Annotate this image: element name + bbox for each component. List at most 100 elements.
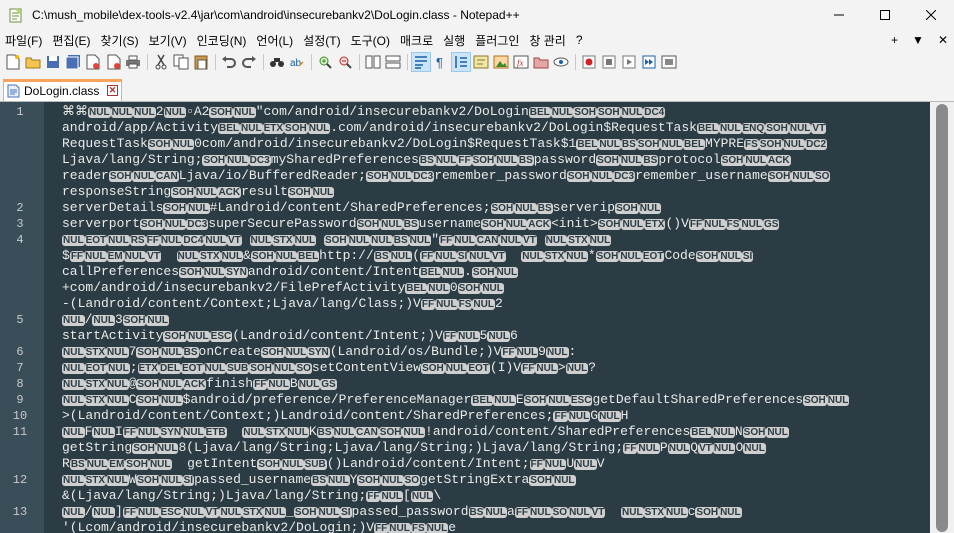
editor-line: serverDetailsSOH NUL#Landroid/content/Sha… bbox=[62, 200, 662, 215]
play-macro-icon[interactable] bbox=[620, 53, 638, 71]
editor-line: android/app/ActivityBEL NUL ETX SOH NUL.com/… bbox=[62, 120, 827, 135]
editor-line: serverportSOH NUL DC3superSecurePasswordSO… bbox=[62, 216, 780, 231]
undo-icon[interactable] bbox=[220, 53, 238, 71]
new-icon[interactable] bbox=[4, 53, 22, 71]
svg-text:ab: ab bbox=[290, 58, 302, 69]
monitor-icon[interactable] bbox=[552, 53, 570, 71]
udl-icon[interactable] bbox=[472, 53, 490, 71]
toolbar-separator bbox=[404, 53, 410, 71]
menu-plugins[interactable]: 플러그인 bbox=[470, 32, 524, 49]
menu-run[interactable]: 실행 bbox=[438, 32, 470, 49]
print-icon[interactable] bbox=[124, 53, 142, 71]
line-number: 9 bbox=[16, 393, 24, 407]
line-number: 13 bbox=[12, 505, 28, 519]
function-list-icon[interactable]: fx bbox=[512, 53, 530, 71]
minimize-icon bbox=[834, 14, 844, 16]
menu-language[interactable]: 언어(L) bbox=[251, 32, 298, 49]
scroll-thumb[interactable] bbox=[936, 104, 948, 532]
save-icon[interactable] bbox=[44, 53, 62, 71]
menu-edit[interactable]: 편집(E) bbox=[47, 32, 95, 49]
editor-line: NUL STX NULCSOH NUL$android/preference/Pref… bbox=[62, 392, 850, 407]
editor-line: RBS NUL EM SOH NUL getIntentSOH NUL SUB()Landr… bbox=[62, 456, 605, 471]
menu-window[interactable]: 창 관리 bbox=[524, 32, 570, 49]
cut-icon[interactable] bbox=[152, 53, 170, 71]
close-doc-button[interactable]: ✕ bbox=[938, 33, 948, 47]
toolbar-separator bbox=[308, 53, 314, 71]
close-icon[interactable] bbox=[84, 53, 102, 71]
redo-icon[interactable] bbox=[240, 53, 258, 71]
notepadpp-app-icon bbox=[8, 7, 24, 23]
line-number: 3 bbox=[16, 217, 24, 231]
menu-help[interactable]: ? bbox=[571, 33, 588, 47]
copy-icon[interactable] bbox=[172, 53, 190, 71]
sync-horizontal-icon[interactable] bbox=[384, 53, 402, 71]
tab-bar: DoLogin.class ✕ bbox=[0, 77, 954, 101]
toolbar-separator bbox=[260, 53, 266, 71]
word-wrap-icon[interactable] bbox=[411, 52, 431, 72]
replace-icon[interactable]: ab bbox=[288, 53, 306, 71]
line-number: 6 bbox=[16, 345, 24, 359]
menu-macro[interactable]: 매크로 bbox=[395, 32, 438, 49]
record-macro-icon[interactable] bbox=[580, 53, 598, 71]
editor-line: NULFNULIFF NUL SYN NUL ETB NUL STX NULKBS NUL CA… bbox=[62, 424, 789, 439]
editor-line: startActivitySOH NUL ESC(Landroid/content/… bbox=[62, 328, 518, 343]
editor-line: ⌘⌘NUL NUL NUL2NUL▫A2SOH NUL"com/android/ins… bbox=[62, 104, 666, 119]
toolbar-separator bbox=[212, 53, 218, 71]
tab-close-icon[interactable]: ✕ bbox=[107, 85, 118, 96]
stop-macro-icon[interactable] bbox=[600, 53, 618, 71]
zoom-out-icon[interactable] bbox=[336, 53, 354, 71]
find-icon[interactable] bbox=[268, 53, 286, 71]
menu-tools[interactable]: 도구(O) bbox=[346, 32, 395, 49]
editor-line: NUL EOT NUL;ETX DEL EOT NUL SUB SOH NUL SOsetCont… bbox=[62, 360, 597, 375]
vertical-scrollbar[interactable] bbox=[930, 102, 954, 533]
editor-line: RequestTaskSOH NUL0com/android/insecureba… bbox=[62, 136, 828, 151]
editor-line: $FF NUL EM NUL VT NUL STX NUL&SOH NUL BELhttp://… bbox=[62, 248, 754, 263]
editor-line: +com/android/insecurebankv2/FilePrefActi… bbox=[62, 280, 504, 295]
open-icon[interactable] bbox=[24, 53, 42, 71]
line-number: 10 bbox=[12, 409, 28, 423]
close-window-button[interactable] bbox=[908, 0, 954, 30]
editor-line: NUL STX NULWSOH NUL SIpassed_usernameBS NULYS… bbox=[62, 472, 576, 487]
add-tab-button[interactable]: + bbox=[891, 33, 898, 47]
editor[interactable]: 1 2 3 4 5 6 7 8 9 10 11 12 13 ⌘⌘NUL NUL NUL2NUL▫A2SOH N… bbox=[0, 101, 954, 533]
toolbar-separator bbox=[144, 53, 150, 71]
document-icon bbox=[7, 84, 20, 97]
line-number: 11 bbox=[12, 425, 28, 439]
menu-encoding[interactable]: 인코딩(N) bbox=[192, 32, 252, 49]
editor-line: NUL EOT NUL RS FF NUL DC4 NUL VT NUL STX NUL SOH NU… bbox=[62, 232, 612, 247]
text-area[interactable]: ⌘⌘NUL NUL NUL2NUL▫A2SOH NUL"com/android/ins… bbox=[44, 102, 930, 533]
zoom-in-icon[interactable] bbox=[316, 53, 334, 71]
indent-guide-icon[interactable] bbox=[451, 52, 471, 72]
editor-line: callPreferencesSOH NUL SYNandroid/content/… bbox=[62, 264, 519, 279]
line-number: 2 bbox=[16, 201, 24, 215]
editor-line: NUL STX NUL@SOH NUL ACKfinishFF NULBNUL GS bbox=[62, 376, 337, 391]
menu-view[interactable]: 보기(V) bbox=[144, 32, 192, 49]
editor-line: -(Landroid/content/Context;Ljava/lang/Cl… bbox=[62, 296, 503, 311]
toolbar-separator bbox=[356, 53, 362, 71]
editor-line: '(Lcom/android/insecurebankv2/DoLogin;)V… bbox=[62, 520, 456, 533]
tab-dologin-class[interactable]: DoLogin.class ✕ bbox=[3, 79, 122, 101]
tab-list-button[interactable]: ▼ bbox=[912, 33, 924, 47]
line-number: 5 bbox=[16, 313, 24, 327]
sync-vertical-icon[interactable] bbox=[364, 53, 382, 71]
line-number: 12 bbox=[12, 473, 28, 487]
menu-file[interactable]: 파일(F) bbox=[0, 32, 47, 49]
minimize-button[interactable] bbox=[816, 0, 862, 30]
svg-text:fx: fx bbox=[517, 58, 524, 68]
show-all-chars-icon[interactable]: ¶ bbox=[432, 53, 450, 71]
close-all-icon[interactable] bbox=[104, 53, 122, 71]
save-macro-icon[interactable] bbox=[660, 53, 678, 71]
menu-settings[interactable]: 설정(T) bbox=[298, 32, 345, 49]
doc-map-icon[interactable] bbox=[492, 53, 510, 71]
editor-line: readerSOH NUL CANLjava/io/BufferedReader;S… bbox=[62, 168, 831, 183]
folder-workspace-icon[interactable] bbox=[532, 53, 550, 71]
window-title: C:\mush_mobile\dex-tools-v2.4\jar\com\an… bbox=[32, 8, 520, 22]
maximize-button[interactable] bbox=[862, 0, 908, 30]
line-number: 1 bbox=[16, 105, 24, 119]
editor-line: NUL/NUL3SOH NUL bbox=[62, 312, 169, 327]
paste-icon[interactable] bbox=[192, 53, 210, 71]
menu-search[interactable]: 찾기(S) bbox=[95, 32, 143, 49]
line-number: 7 bbox=[16, 361, 24, 375]
run-macro-multiple-icon[interactable] bbox=[640, 53, 658, 71]
save-all-icon[interactable] bbox=[64, 53, 82, 71]
